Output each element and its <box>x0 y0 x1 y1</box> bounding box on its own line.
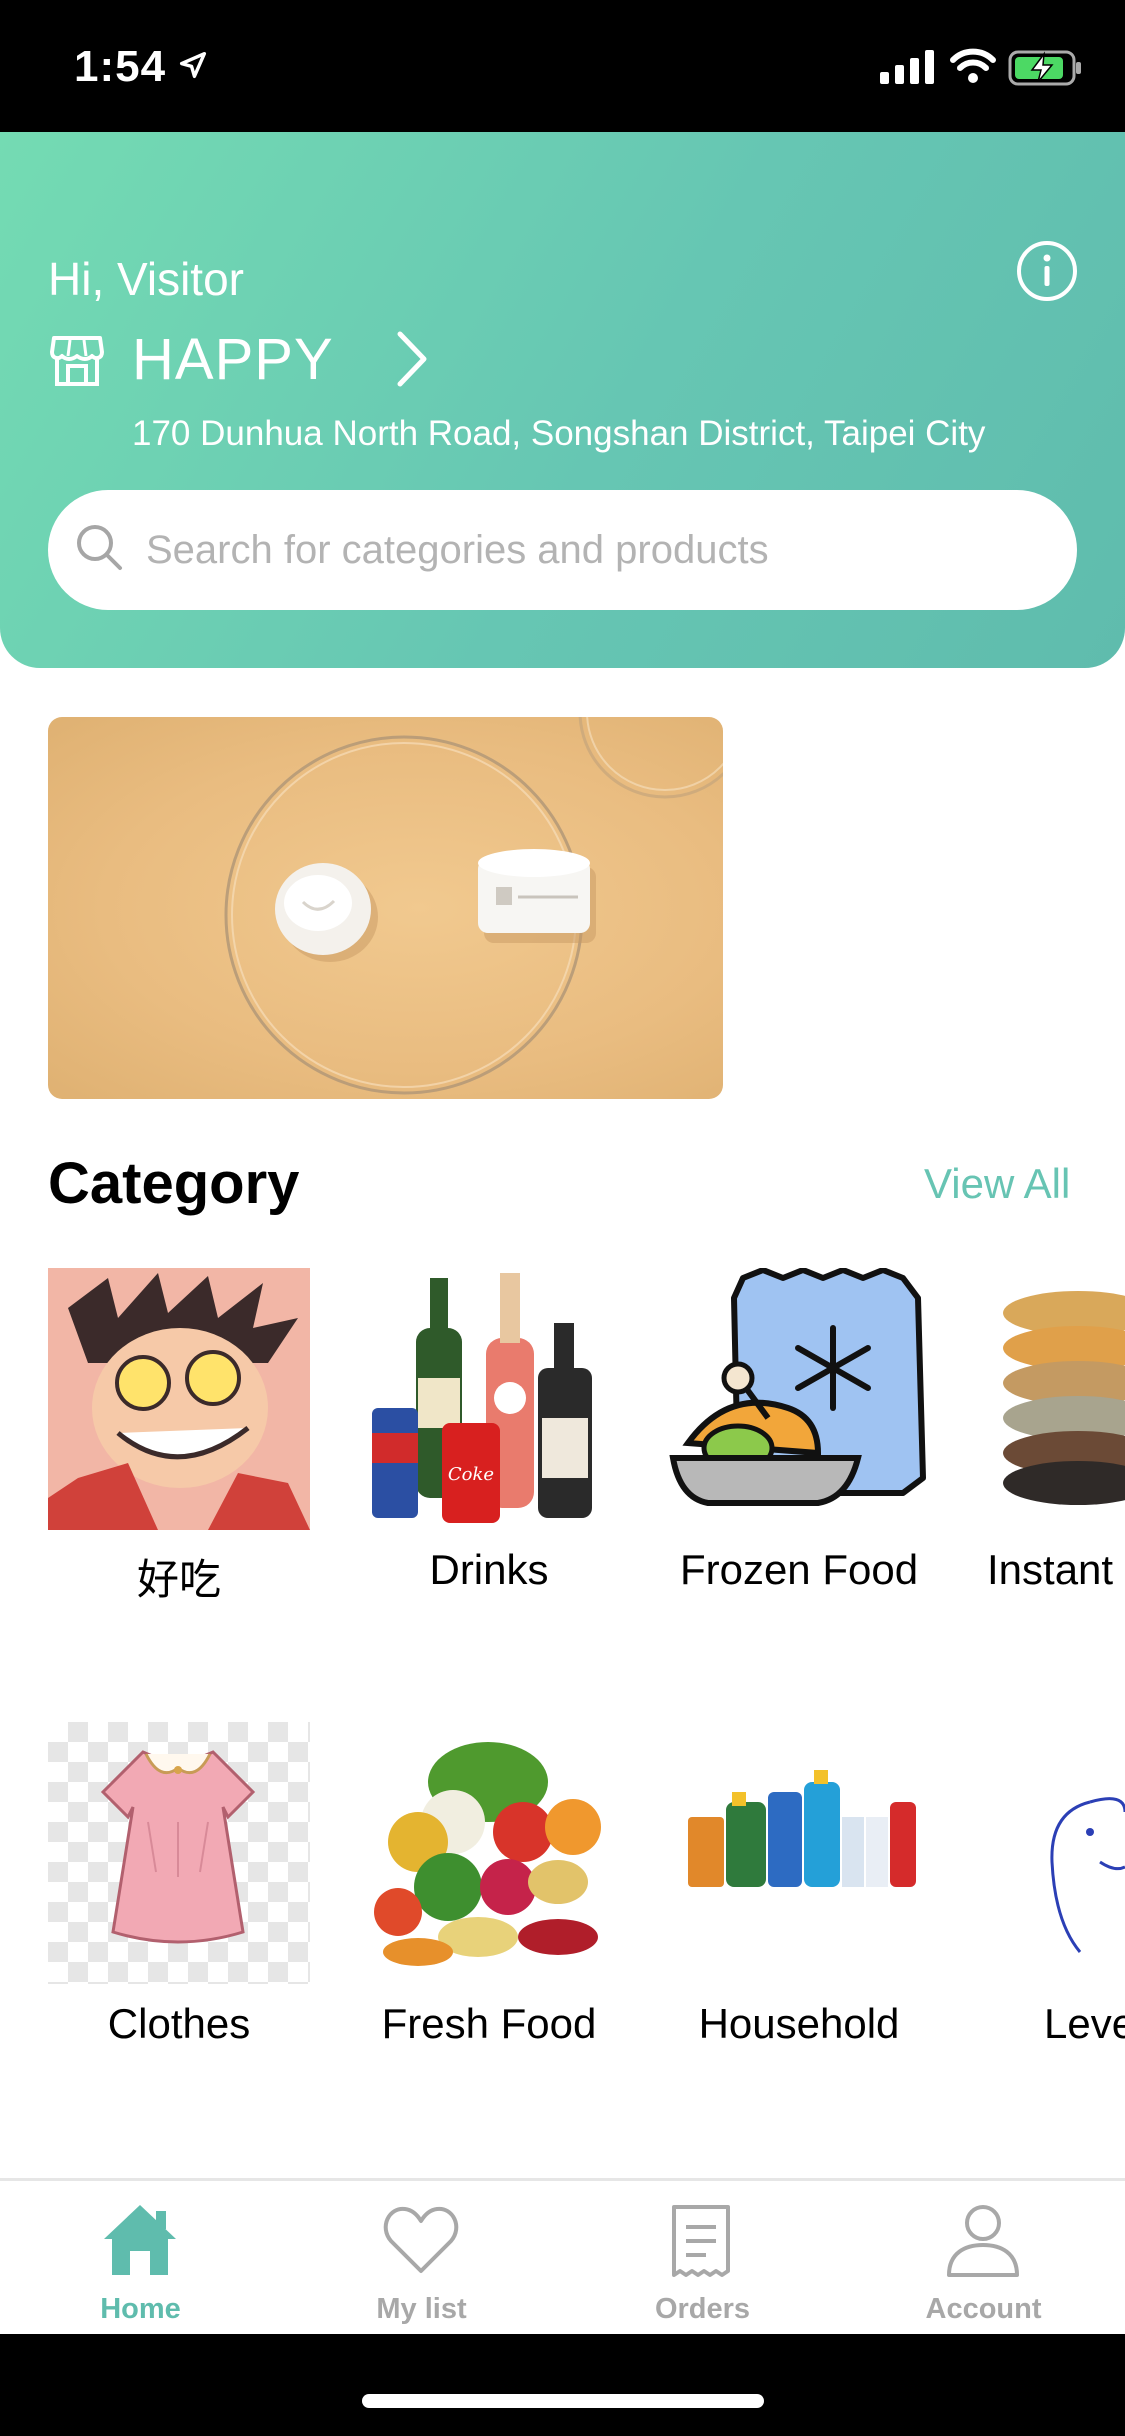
promo-banner[interactable] <box>48 717 723 1099</box>
category-label: Drinks <box>429 1546 549 1593</box>
category-tile[interactable] <box>48 1268 310 1530</box>
banner-image <box>224 717 723 1095</box>
user-icon <box>947 2205 1019 2277</box>
category-label: Frozen Food <box>679 1546 919 1593</box>
category-tile[interactable] <box>668 1722 930 1984</box>
category-label: Leve <box>1044 2000 1125 2047</box>
category-tile[interactable] <box>1030 1722 1125 1984</box>
tab-orders[interactable]: Orders <box>562 2181 843 2337</box>
home-indicator[interactable] <box>362 2394 764 2408</box>
view-all-link[interactable]: View All <box>924 1160 1070 1208</box>
receipt-icon <box>672 2205 730 2277</box>
store-name[interactable]: HAPPY <box>132 326 334 393</box>
search-bar[interactable]: Search for categories and products <box>48 490 1077 610</box>
store-header: Hi, Visitor HAPPY 170 Dunhua North Road,… <box>0 132 1125 668</box>
pink-dress-image <box>100 1750 256 1944</box>
category-title: Category <box>48 1151 300 1216</box>
tab-label: My list <box>376 2293 467 2325</box>
category-tile[interactable] <box>668 1268 930 1530</box>
category-label: 好吃 <box>136 1556 221 1603</box>
home-indicator-bar <box>0 2334 1125 2436</box>
status-bar: 1:54 <box>0 0 1125 132</box>
store-address: 170 Dunhua North Road, Songshan District… <box>132 414 986 453</box>
category-tile[interactable]: Coke <box>358 1268 620 1530</box>
instant-noodles-image <box>1003 1291 1125 1505</box>
frozen-food-image <box>669 1268 926 1506</box>
cartoon-character-image <box>48 1268 310 1530</box>
heart-icon <box>383 2206 459 2273</box>
location-arrow-icon <box>179 51 207 79</box>
store-icon <box>50 336 104 386</box>
tab-label: Orders <box>654 2293 751 2325</box>
tab-label: Home <box>100 2293 181 2325</box>
tab-home[interactable]: Home <box>0 2181 281 2337</box>
category-label: Household <box>698 2000 900 2047</box>
info-icon[interactable] <box>1016 240 1078 302</box>
chevron-right-icon[interactable] <box>392 328 432 390</box>
category-tile[interactable] <box>978 1268 1125 1530</box>
status-time: 1:54 <box>74 42 167 91</box>
tab-account[interactable]: Account <box>843 2181 1124 2337</box>
home-icon <box>104 2205 176 2275</box>
category-label: Fresh Food <box>381 2000 597 2047</box>
svg-text:Coke: Coke <box>448 1464 494 1485</box>
tab-label: Account <box>925 2293 1042 2325</box>
category-tile[interactable] <box>358 1722 620 1984</box>
wifi-icon <box>950 48 996 83</box>
greeting-text: Hi, Visitor <box>48 253 244 305</box>
battery-charging-icon <box>1008 50 1081 86</box>
sketch-image <box>1050 1797 1125 1953</box>
category-label: Instant <box>987 1546 1114 1593</box>
category-label: Clothes <box>107 2000 251 2047</box>
tab-my-list[interactable]: My list <box>281 2181 562 2337</box>
bottles-image: Coke <box>372 1273 592 1523</box>
vegetables-image <box>374 1742 601 1966</box>
bottom-tab-bar: Home My list Orders Account <box>0 2178 1125 2337</box>
cellular-signal-icon <box>880 50 934 84</box>
category-tile[interactable] <box>48 1722 310 1984</box>
search-icon <box>77 525 122 570</box>
search-placeholder[interactable]: Search for categories and products <box>146 528 769 573</box>
cleaning-products-image <box>688 1770 916 1887</box>
